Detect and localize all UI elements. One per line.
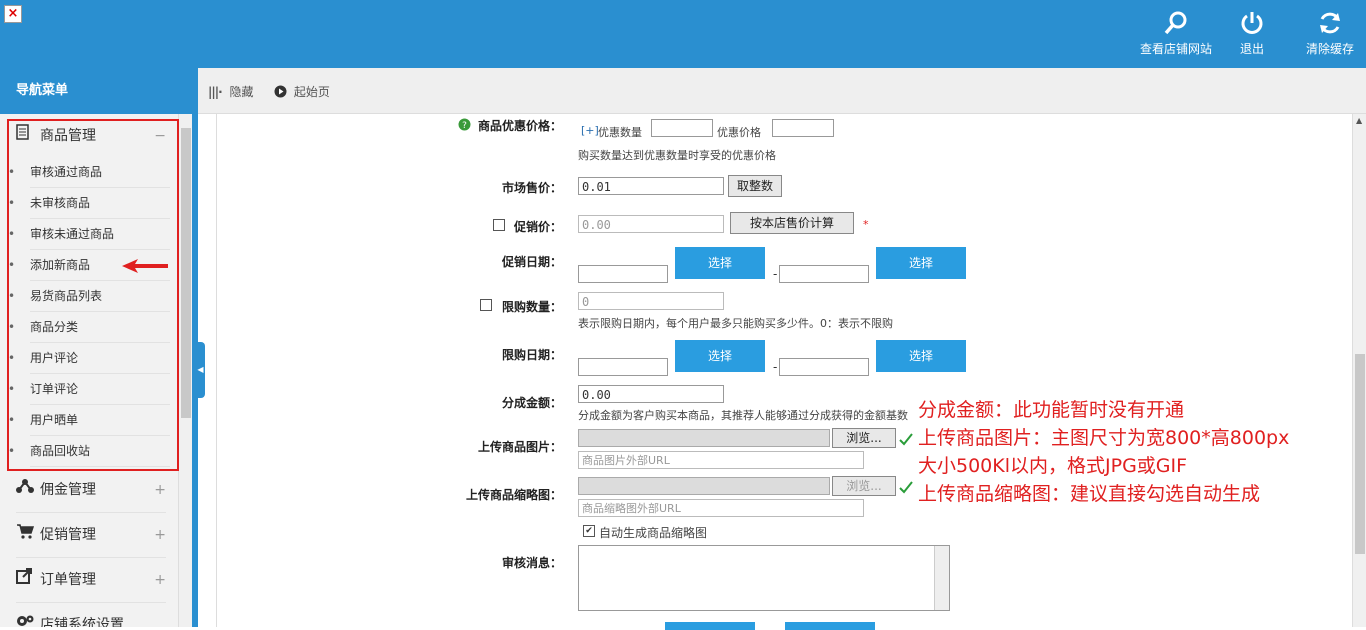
date-separator: - — [773, 267, 778, 281]
expand-toggle[interactable]: + — [154, 468, 166, 512]
browse-thumb-button[interactable]: 浏览... — [832, 476, 896, 496]
annotation-image-size: 大小500Kl以内，格式JPG或GIF — [918, 455, 1188, 477]
thumb-url-input[interactable]: 商品缩略图外部URL — [578, 499, 864, 517]
split-amount-input[interactable]: 0.00 — [578, 385, 724, 403]
upload-thumb-file-input[interactable] — [578, 477, 830, 495]
promo-start-select-button[interactable]: 选择 — [675, 247, 765, 279]
group-label: 店铺系统设置 — [40, 617, 124, 627]
auto-thumb-checkbox[interactable]: ✔ — [583, 525, 595, 537]
group-label: 佣金管理 — [40, 482, 96, 498]
nav-menu-title: 导航菜单 — [0, 68, 198, 114]
limit-qty-hint: 表示限购日期内，每个用户最多只能购买多少件。0：表示不限购 — [578, 317, 893, 330]
annotation-split-amount: 分成金额：此功能暂时没有开通 — [918, 399, 1185, 421]
date-separator: - — [773, 360, 778, 374]
sidebar-scroll-thumb[interactable] — [181, 128, 191, 418]
cart-icon — [16, 513, 35, 557]
red-arrow-icon — [122, 259, 168, 273]
logout-label: 退出 — [1239, 42, 1264, 56]
upload-image-file-input[interactable] — [578, 429, 830, 447]
market-price-input[interactable]: 0.01 — [578, 177, 724, 195]
export-icon — [16, 558, 34, 602]
search-icon — [1164, 11, 1187, 35]
group-label: 促销管理 — [40, 527, 96, 543]
hide-sidebar-button[interactable]: |||· 隐藏 — [208, 83, 254, 100]
view-store-button[interactable]: 查看店铺网站 — [1138, 10, 1214, 57]
top-bar: × 查看店铺网站 退出 清除缓存 — [0, 0, 1366, 68]
columns-icon: |||· — [208, 85, 223, 99]
home-label: 起始页 — [293, 85, 330, 99]
logout-button[interactable]: 退出 — [1228, 10, 1276, 57]
discount-price-label: 商品优惠价格： — [477, 119, 562, 133]
upload-thumb-label: 上传商品缩略图： — [465, 488, 562, 502]
upload-image-label: 上传商品图片： — [477, 440, 562, 454]
play-circle-icon — [274, 85, 287, 98]
promo-end-date-input[interactable] — [779, 265, 869, 283]
hide-label: 隐藏 — [229, 85, 254, 99]
submit-button-partial[interactable] — [665, 622, 755, 630]
limit-end-date-input[interactable] — [779, 358, 869, 376]
expand-toggle[interactable]: + — [154, 513, 166, 557]
group-order-management[interactable]: 订单管理 + — [16, 558, 166, 603]
annotation-upload-thumb: 上传商品缩略图：建议直接勾选自动生成 — [918, 483, 1261, 505]
limit-date-label: 限购日期： — [501, 348, 562, 362]
check-icon — [899, 481, 913, 494]
clear-cache-button[interactable]: 清除缓存 — [1298, 10, 1362, 57]
required-mark: * — [863, 218, 869, 231]
round-integer-button[interactable]: 取整数 — [728, 175, 782, 197]
gears-icon — [16, 603, 34, 627]
promo-price-label: 促销价： — [513, 220, 562, 234]
sidebar-scrollbar[interactable] — [178, 114, 193, 627]
discount-price-input[interactable] — [772, 119, 834, 137]
promo-end-select-button[interactable]: 选择 — [876, 247, 966, 279]
product-form: ? 商品优惠价格： [+] 优惠数量 优惠价格 购买数量达到优惠数量时享受的优惠… — [216, 114, 1353, 630]
reset-button-partial[interactable] — [785, 622, 875, 630]
discount-qty-label: 优惠数量 — [598, 126, 642, 139]
network-icon — [16, 468, 34, 512]
split-amount-hint: 分成金额为客户购买本商品，其推荐人能够通过分成获得的金额基数 — [578, 409, 908, 422]
promo-date-label: 促销日期： — [501, 255, 562, 269]
group-label: 订单管理 — [40, 572, 96, 588]
audit-msg-label: 审核消息： — [501, 556, 562, 570]
add-discount-link[interactable]: [+] — [581, 124, 599, 137]
expand-toggle[interactable]: + — [154, 558, 166, 602]
view-store-label: 查看店铺网站 — [1139, 42, 1212, 56]
group-commission-management[interactable]: 佣金管理 + — [16, 468, 166, 513]
limit-end-select-button[interactable]: 选择 — [876, 340, 966, 372]
split-amount-label: 分成金额： — [501, 396, 562, 410]
home-page-button[interactable]: 起始页 — [274, 83, 330, 100]
discount-hint: 购买数量达到优惠数量时享受的优惠价格 — [578, 149, 776, 162]
textarea-scrollbar[interactable] — [934, 546, 949, 610]
limit-start-select-button[interactable]: 选择 — [675, 340, 765, 372]
limit-start-date-input[interactable] — [578, 358, 668, 376]
toolbar: |||· 隐藏 起始页 — [198, 68, 1366, 114]
check-icon — [899, 433, 913, 446]
group-promotion-management[interactable]: 促销管理 + — [16, 513, 166, 558]
content-scrollbar[interactable]: ▲ — [1352, 114, 1366, 627]
discount-price-sub-label: 优惠价格 — [717, 126, 761, 139]
promo-price-input[interactable]: 0.00 — [578, 215, 724, 233]
group-store-settings[interactable]: 店铺系统设置 — [16, 603, 166, 627]
content-scroll-thumb[interactable] — [1355, 354, 1365, 554]
close-icon[interactable]: × — [4, 5, 22, 23]
power-icon — [1241, 12, 1263, 34]
promo-start-date-input[interactable] — [578, 265, 668, 283]
discount-qty-input[interactable] — [651, 119, 713, 137]
annotation-upload-image: 上传商品图片：主图尺寸为宽800*高800px — [918, 427, 1290, 449]
highlight-box — [7, 119, 179, 471]
browse-image-button[interactable]: 浏览... — [832, 428, 896, 448]
refresh-icon — [1320, 12, 1340, 34]
clear-cache-label: 清除缓存 — [1305, 42, 1354, 56]
collapse-sidebar-handle[interactable]: ◀ — [196, 342, 205, 398]
market-price-label: 市场售价： — [501, 181, 562, 195]
calc-by-store-price-button[interactable]: 按本店售价计算 — [730, 212, 854, 234]
auto-thumb-label: 自动生成商品缩略图 — [599, 526, 708, 540]
audit-msg-textarea[interactable] — [578, 545, 950, 611]
limit-qty-label: 限购数量： — [501, 300, 562, 314]
image-url-input[interactable]: 商品图片外部URL — [578, 451, 864, 469]
limit-qty-input[interactable]: 0 — [578, 292, 724, 310]
